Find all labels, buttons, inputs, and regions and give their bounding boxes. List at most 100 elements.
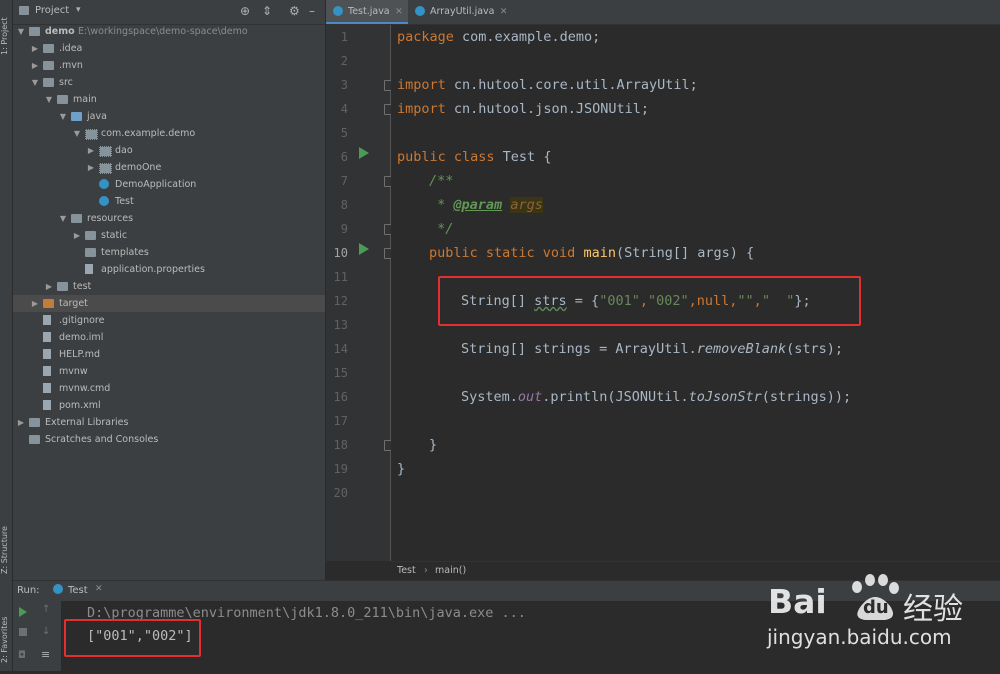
- tree-item-label: test: [73, 281, 92, 292]
- camera-icon[interactable]: ◘: [18, 650, 26, 661]
- tree-item[interactable]: ▼ src: [13, 74, 325, 91]
- line-number: 14: [333, 342, 348, 356]
- expanded-arrow-icon[interactable]: ▼: [16, 23, 26, 40]
- tree-item[interactable]: templates: [13, 244, 325, 261]
- tree-item[interactable]: HELP.md: [13, 346, 325, 363]
- collapsed-arrow-icon[interactable]: ▶: [44, 278, 54, 295]
- expanded-arrow-icon[interactable]: ▼: [44, 91, 54, 108]
- locate-icon[interactable]: ⊕: [240, 4, 250, 18]
- tab-test-java[interactable]: Test.java ✕: [326, 0, 408, 24]
- expanded-arrow-icon[interactable]: ▼: [58, 210, 68, 227]
- code-line-19: }: [397, 461, 406, 477]
- highlight-box: [64, 619, 201, 657]
- close-icon[interactable]: ✕: [395, 0, 403, 24]
- run-class-icon[interactable]: [359, 147, 369, 159]
- tree-item[interactable]: ▶ External Libraries: [13, 414, 325, 431]
- folder-icon: [71, 214, 82, 223]
- expanded-arrow-icon[interactable]: ▼: [58, 108, 68, 125]
- tree-item[interactable]: ▶ target: [13, 295, 325, 312]
- line-number: 17: [333, 414, 348, 428]
- run-toolbar: ↑ ↓ ◘ ≡: [13, 601, 61, 671]
- structure-side-tab[interactable]: Z: Structure: [0, 520, 12, 580]
- tree-item-label: Test: [115, 196, 134, 207]
- tree-item-label: java: [87, 111, 107, 122]
- rerun-icon[interactable]: [19, 607, 27, 617]
- chevron-down-icon[interactable]: ▾: [76, 5, 81, 15]
- tree-item-label: static: [101, 230, 128, 241]
- tree-item[interactable]: ▼ com.example.demo: [13, 125, 325, 142]
- tree-item[interactable]: Test: [13, 193, 325, 210]
- line-number: 6: [340, 150, 348, 164]
- collapse-icon[interactable]: ⇕: [262, 4, 272, 18]
- tree-item-label: application.properties: [101, 264, 205, 275]
- folder-icon: [43, 44, 54, 53]
- tree-item-path: E:\workingspace\demo-space\demo: [78, 26, 248, 37]
- close-icon[interactable]: ✕: [95, 584, 103, 594]
- tree-item-label: Scratches and Consoles: [45, 434, 159, 445]
- breadcrumb-method[interactable]: main(): [435, 565, 466, 576]
- expanded-arrow-icon[interactable]: ▼: [72, 125, 82, 142]
- folder-icon: [57, 95, 68, 104]
- tree-item-label: src: [59, 77, 73, 88]
- tree-item-label: target: [59, 298, 88, 309]
- code-line-7: /**: [429, 173, 454, 189]
- tree-item[interactable]: mvnw.cmd: [13, 380, 325, 397]
- tree-item[interactable]: ▶ .mvn: [13, 57, 325, 74]
- line-number: 16: [333, 390, 348, 404]
- watermark-brand-du: du: [863, 597, 889, 618]
- tree-item[interactable]: ▶ demoOne: [13, 159, 325, 176]
- expanded-arrow-icon[interactable]: ▼: [30, 74, 40, 91]
- folder-icon: [29, 435, 40, 444]
- folder-icon: [85, 231, 96, 240]
- project-panel-title[interactable]: Project: [35, 5, 69, 16]
- tree-item[interactable]: ▼ demo E:\workingspace\demo-space\demo: [13, 23, 325, 40]
- close-icon[interactable]: ✕: [500, 0, 508, 24]
- tree-item[interactable]: demo.iml: [13, 329, 325, 346]
- tree-item[interactable]: pom.xml: [13, 397, 325, 414]
- line-number: 4: [340, 102, 348, 116]
- tab-arrayutil-java[interactable]: ArrayUtil.java ✕: [408, 0, 512, 24]
- tree-item[interactable]: ▼ java: [13, 108, 325, 125]
- collapsed-arrow-icon[interactable]: ▶: [86, 142, 96, 159]
- tree-item[interactable]: application.properties: [13, 261, 325, 278]
- tree-item[interactable]: ▶ .idea: [13, 40, 325, 57]
- breadcrumb-class[interactable]: Test: [397, 565, 416, 576]
- tree-item[interactable]: mvnw: [13, 363, 325, 380]
- collapsed-arrow-icon[interactable]: ▶: [72, 227, 82, 244]
- tree-item[interactable]: Scratches and Consoles: [13, 431, 325, 448]
- collapsed-arrow-icon[interactable]: ▶: [30, 57, 40, 74]
- project-side-tab[interactable]: 1: Project: [0, 6, 12, 66]
- folder-icon: [29, 27, 40, 36]
- run-tab-label[interactable]: Test: [68, 585, 88, 596]
- arrow-down-icon[interactable]: ↓: [42, 626, 50, 637]
- run-main-icon[interactable]: [359, 243, 369, 255]
- tree-item-label: mvnw: [59, 366, 88, 377]
- tree-item[interactable]: ▶ static: [13, 227, 325, 244]
- soft-wrap-icon[interactable]: ≡: [41, 648, 50, 661]
- highlight-box: [438, 276, 861, 326]
- tree-item[interactable]: ▶ dao: [13, 142, 325, 159]
- tree-item[interactable]: ▶ test: [13, 278, 325, 295]
- java-class-icon: [99, 179, 109, 189]
- tree-item[interactable]: .gitignore: [13, 312, 325, 329]
- tree-item[interactable]: ▼ resources: [13, 210, 325, 227]
- tree-item[interactable]: ▼ main: [13, 91, 325, 108]
- favorites-side-tab[interactable]: 2: Favorites: [0, 612, 12, 668]
- line-number: 2: [340, 54, 348, 68]
- tree-item[interactable]: DemoApplication: [13, 176, 325, 193]
- arrow-up-icon[interactable]: ↑: [42, 604, 50, 615]
- tree-item-label: .gitignore: [59, 315, 105, 326]
- line-number: 18: [333, 438, 348, 452]
- code-line-4: import cn.hutool.json.JSONUtil;: [397, 101, 649, 117]
- collapsed-arrow-icon[interactable]: ▶: [30, 295, 40, 312]
- folder-icon: [85, 248, 96, 257]
- line-number: 8: [340, 198, 348, 212]
- collapsed-arrow-icon[interactable]: ▶: [16, 414, 26, 431]
- hide-icon[interactable]: –: [309, 4, 315, 18]
- tree-item-label: demo: [45, 26, 75, 37]
- file-icon: [43, 366, 51, 376]
- gear-icon[interactable]: ⚙: [289, 4, 300, 18]
- collapsed-arrow-icon[interactable]: ▶: [30, 40, 40, 57]
- stop-icon[interactable]: [19, 628, 27, 636]
- collapsed-arrow-icon[interactable]: ▶: [86, 159, 96, 176]
